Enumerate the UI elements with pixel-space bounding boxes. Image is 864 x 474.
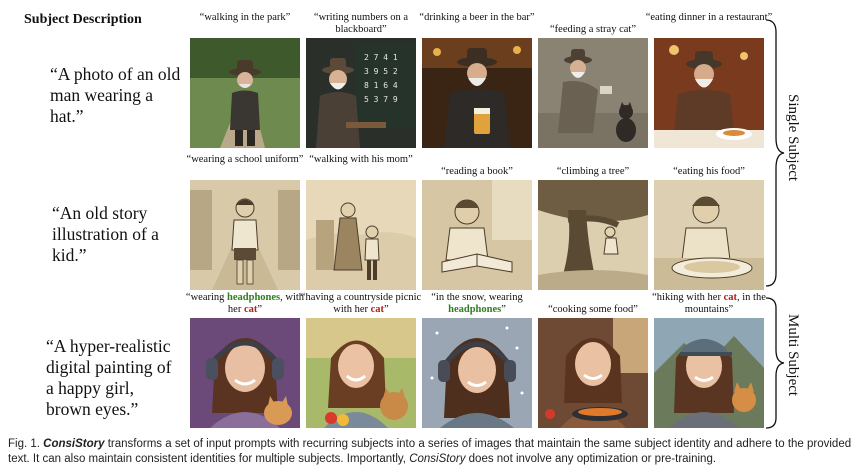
girl-headphones-cat-image — [190, 318, 300, 428]
method-name-2: ConsiStory — [409, 453, 466, 465]
kid-tree-image — [538, 180, 648, 290]
row1-caption-3: “drinking a beer in the bar” — [419, 12, 535, 23]
figure-caption: Fig. 1. ConsiStory transforms a set of i… — [8, 438, 852, 465]
row3-caption-3: “in the snow, wearing headphones” — [431, 292, 523, 315]
old-man-bar-image — [422, 38, 532, 148]
row2-description: “An old story illustration of a kid.” — [52, 203, 159, 265]
svg-text:2 7 4 1: 2 7 4 1 — [364, 53, 398, 62]
row2-caption-4: “climbing a tree” — [556, 166, 630, 177]
girl-picnic-cat-image — [306, 318, 416, 428]
old-man-restaurant-image — [654, 38, 764, 148]
kid-mom-image — [306, 180, 416, 290]
row3-description: “A hyper-realistic digital painting of a… — [46, 336, 172, 419]
old-man-blackboard-image: 2 7 4 1 3 9 5 2 8 1 6 4 5 3 7 9 — [306, 38, 416, 148]
row3-caption-5: “hiking with her cat, in the mountains” — [652, 292, 766, 315]
kid-eating-image — [654, 180, 764, 290]
old-man-cat-image — [538, 38, 648, 148]
girl-hiking-cat-image — [654, 318, 764, 428]
row3-caption-1: “wearing headphones, with her cat” — [185, 292, 305, 315]
girl-snow-headphones-image — [422, 318, 532, 428]
method-name: ConsiStory — [43, 438, 105, 450]
multi-subject-brace — [765, 297, 785, 429]
row1-caption-1: “walking in the park” — [199, 12, 291, 23]
svg-text:5 3 7 9: 5 3 7 9 — [364, 95, 398, 104]
single-subject-label: Single Subject — [785, 94, 801, 182]
svg-text:8 1 6 4: 8 1 6 4 — [364, 81, 398, 90]
row3-caption-2: “having a countryside picnic with her ca… — [300, 292, 422, 315]
kid-reading-image — [422, 180, 532, 290]
multi-subject-label: Multi Subject — [785, 314, 801, 397]
kid-uniform-image — [190, 180, 300, 290]
girl-cooking-image — [538, 318, 648, 428]
old-man-park-image — [190, 38, 300, 148]
row2-caption-3: “reading a book” — [441, 166, 513, 177]
row1-caption-2: “writing numbers on a blackboard” — [313, 12, 409, 35]
row2-caption-5: “eating his food” — [673, 166, 745, 177]
row2-caption-1: “wearing a school uniform” — [186, 154, 304, 165]
row1-description: “A photo of an old man wearing a hat.” — [50, 64, 181, 126]
subject-description-header: Subject Description — [24, 12, 142, 27]
row2-caption-2: “walking with his mom” — [309, 154, 413, 165]
row1-caption-5: “eating dinner in a restaurant” — [645, 12, 773, 23]
row3-caption-4: “cooking some food” — [548, 304, 638, 315]
single-subject-brace — [765, 19, 785, 287]
svg-text:3 9 5 2: 3 9 5 2 — [364, 67, 398, 76]
row1-caption-4: “feeding a stray cat” — [550, 24, 636, 35]
figure-label: Fig. 1. — [8, 438, 40, 450]
